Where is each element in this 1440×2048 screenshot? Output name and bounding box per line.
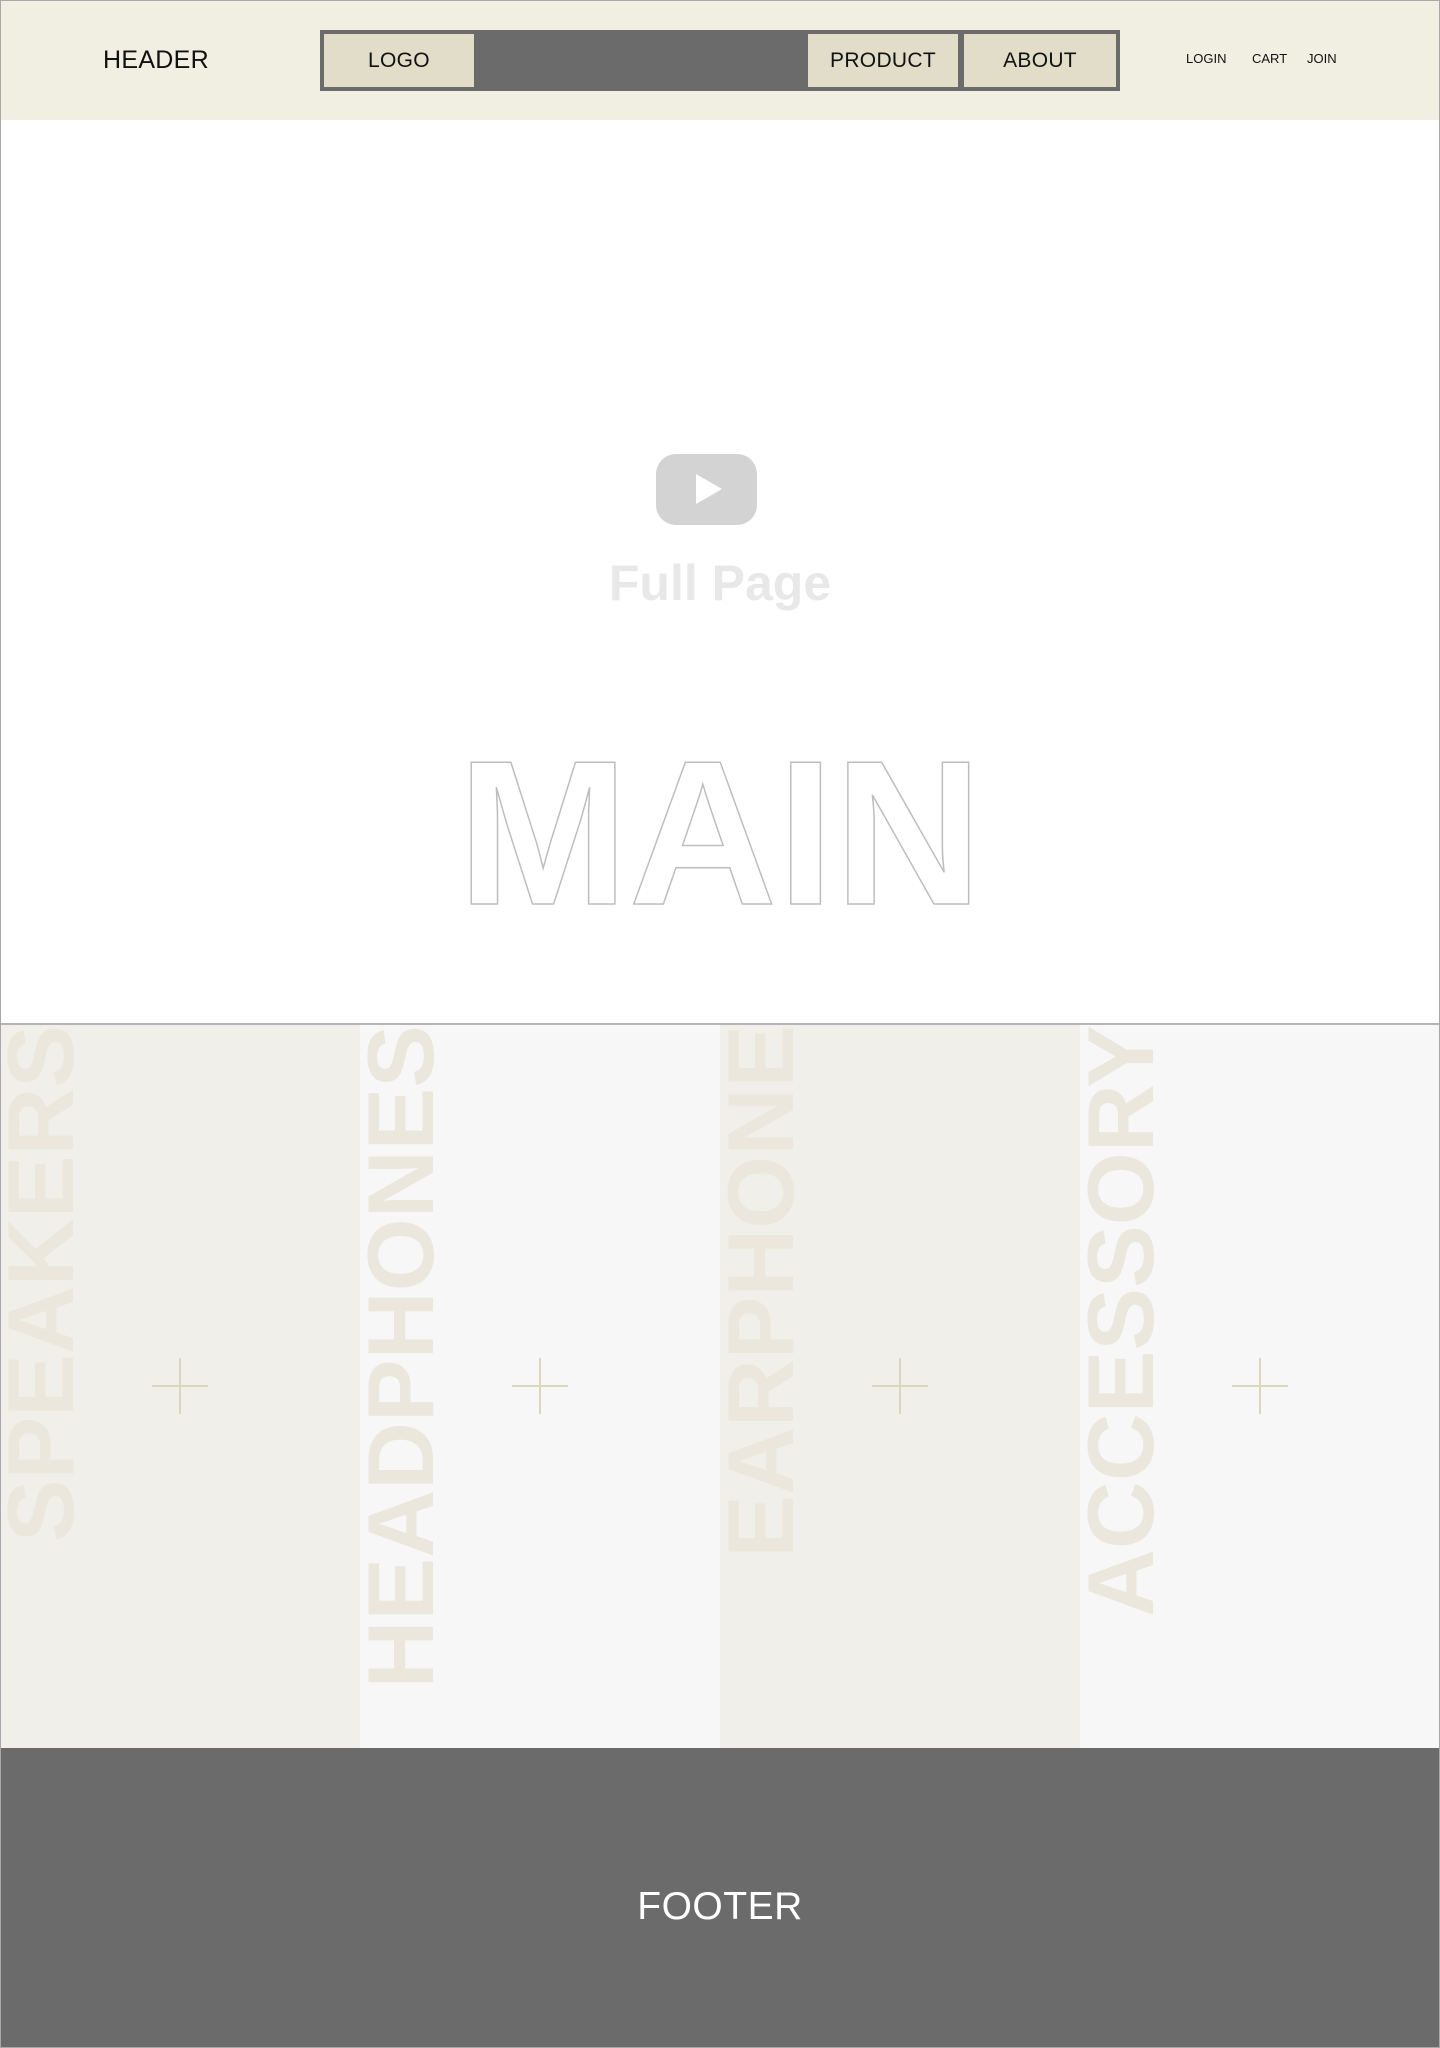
login-link[interactable]: LOGIN: [1186, 51, 1226, 66]
header: HEADER LOGO PRODUCT ABOUT LOGIN CART JOI…: [0, 0, 1440, 120]
category-accessory[interactable]: ACCESSORY: [1080, 1025, 1440, 1748]
main-title: MAIN: [0, 730, 1440, 910]
video-caption: Full Page: [608, 555, 832, 611]
plus-icon[interactable]: [512, 1358, 568, 1414]
footer-label: FOOTER: [637, 1885, 803, 1928]
category-headphones[interactable]: HEADPHONES: [360, 1025, 720, 1748]
logo-button[interactable]: LOGO: [324, 34, 474, 87]
category-label: SPEAKERS: [0, 1025, 93, 1543]
join-link[interactable]: JOIN: [1307, 51, 1337, 66]
category-label: EARPHONE: [720, 1025, 813, 1558]
nav-bar: LOGO PRODUCT ABOUT: [320, 30, 1120, 91]
main-title-text: MAIN: [458, 730, 983, 910]
nav-item-about[interactable]: ABOUT: [964, 34, 1116, 87]
plus-icon[interactable]: [872, 1358, 928, 1414]
category-panels: SPEAKERS HEADPHONES EARPHONE ACCESSORY: [0, 1025, 1440, 1748]
footer: FOOTER: [0, 1748, 1440, 2048]
category-speakers[interactable]: SPEAKERS: [0, 1025, 360, 1748]
cart-link[interactable]: CART: [1252, 51, 1287, 66]
plus-icon[interactable]: [152, 1358, 208, 1414]
category-label: ACCESSORY: [1080, 1025, 1173, 1617]
plus-icon[interactable]: [1232, 1358, 1288, 1414]
play-icon[interactable]: [656, 454, 757, 525]
main-section: Full Page MAIN: [0, 120, 1440, 1025]
header-label: HEADER: [103, 46, 209, 74]
category-earphone[interactable]: EARPHONE: [720, 1025, 1080, 1748]
nav-item-product[interactable]: PRODUCT: [808, 34, 958, 87]
category-label: HEADPHONES: [360, 1025, 453, 1689]
